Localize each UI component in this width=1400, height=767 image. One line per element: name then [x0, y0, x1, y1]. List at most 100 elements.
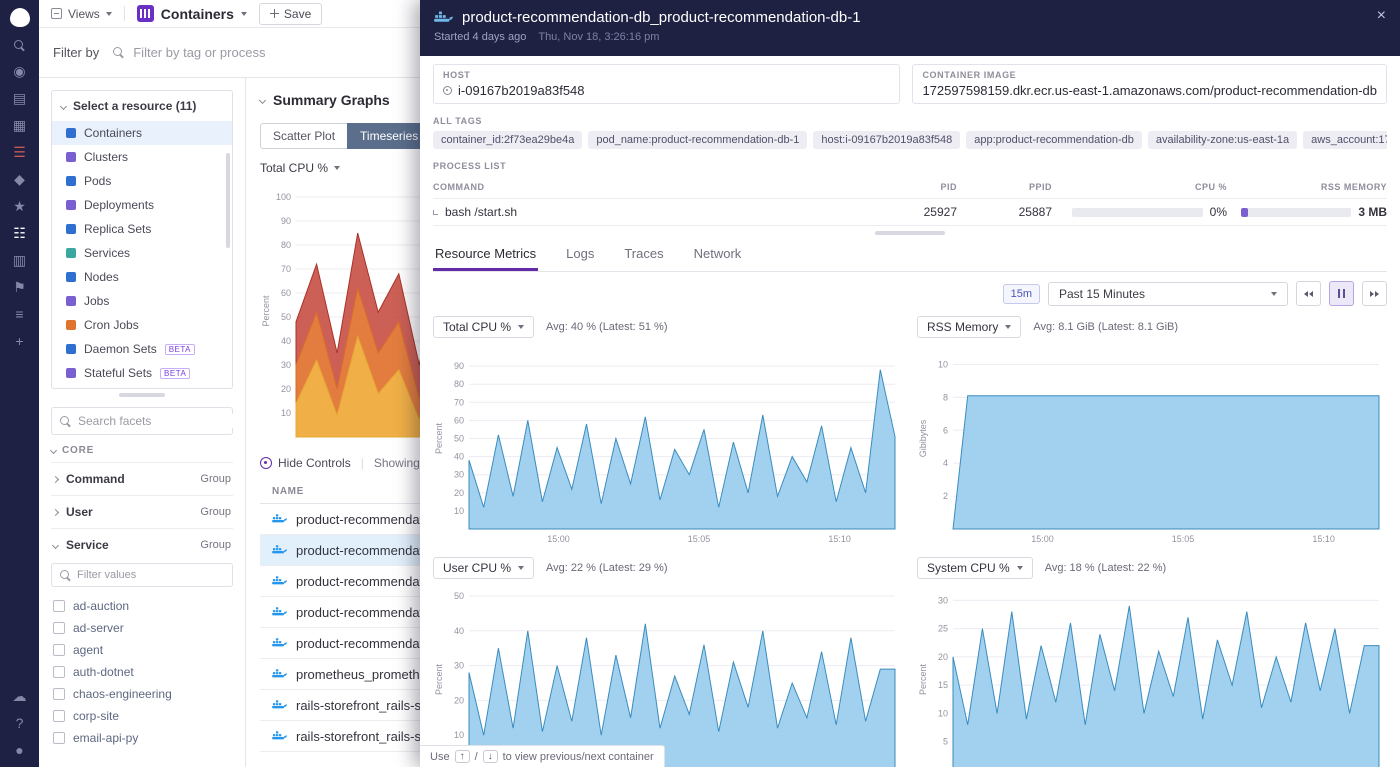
resource-item-replica-sets[interactable]: Replica Sets: [52, 217, 232, 241]
timeseries-button[interactable]: Timeseries: [347, 123, 431, 149]
service-value-ad-server[interactable]: ad-server: [51, 617, 233, 639]
svg-text:15:05: 15:05: [1172, 534, 1195, 544]
group-link[interactable]: Group: [200, 539, 231, 551]
svg-text:15:00: 15:00: [547, 534, 570, 544]
tag-pill[interactable]: app:product-recommendation-db: [966, 131, 1142, 149]
filter-values-input[interactable]: [77, 569, 224, 581]
filter-values-search[interactable]: [51, 563, 233, 587]
host-value-row[interactable]: i-09167b2019a83f548: [443, 83, 890, 98]
resource-selector-header[interactable]: Select a resource (11): [52, 91, 232, 121]
facet-group-service[interactable]: Service Group: [51, 528, 233, 561]
cloud-icon[interactable]: ☁: [13, 689, 27, 703]
service-value-ad-auction[interactable]: ad-auction: [51, 595, 233, 617]
scatter-plot-button[interactable]: Scatter Plot: [260, 123, 347, 149]
tag-pill[interactable]: aws_account:172597598159: [1303, 131, 1387, 149]
dashboards-icon[interactable]: ▥: [13, 253, 26, 267]
resource-item-deployments[interactable]: Deployments: [52, 193, 232, 217]
search-icon[interactable]: [14, 40, 25, 51]
user-cpu-metric-dropdown[interactable]: User CPU %: [433, 557, 534, 579]
horizontal-scrollbar[interactable]: [119, 393, 165, 397]
apm-icon[interactable]: ★: [13, 199, 26, 213]
hide-controls-button[interactable]: Hide Controls: [260, 456, 351, 470]
metrics-icon[interactable]: ◆: [14, 172, 25, 186]
help-icon[interactable]: ?: [16, 716, 24, 730]
checkbox[interactable]: [53, 732, 65, 744]
watchdog-icon[interactable]: ◉: [13, 64, 25, 78]
tag-pill[interactable]: container_id:2f73ea29be4a: [433, 131, 582, 149]
search-facets-input[interactable]: [78, 414, 233, 428]
process-command: bash /start.sh: [445, 205, 517, 219]
time-range-chip[interactable]: 15m: [1003, 284, 1040, 304]
host-map-icon[interactable]: ▦: [13, 118, 26, 132]
checkbox[interactable]: [53, 688, 65, 700]
infrastructure-icon[interactable]: ▤: [13, 91, 26, 105]
svg-text:5: 5: [943, 737, 948, 747]
service-value-auth-dotnet[interactable]: auth-dotnet: [51, 661, 233, 683]
tab-resource-metrics[interactable]: Resource Metrics: [433, 237, 538, 271]
resource-item-jobs[interactable]: Jobs: [52, 289, 232, 313]
time-back-button[interactable]: [1296, 281, 1321, 306]
tag-pill[interactable]: availability-zone:us-east-1a: [1148, 131, 1297, 149]
page-title-dropdown[interactable]: Containers: [137, 5, 247, 22]
resource-item-nodes[interactable]: Nodes: [52, 265, 232, 289]
total-cpu-metric-dropdown[interactable]: Total CPU %: [433, 316, 534, 338]
resource-item-clusters[interactable]: Clusters: [52, 145, 232, 169]
checkbox[interactable]: [53, 666, 65, 678]
service-value-agent[interactable]: agent: [51, 639, 233, 661]
rss-column-header[interactable]: RSS MEMORY: [1227, 182, 1387, 192]
pause-button[interactable]: [1329, 281, 1354, 306]
group-link[interactable]: Group: [200, 506, 231, 518]
pid-column-header[interactable]: PID: [877, 182, 957, 192]
time-range-dropdown[interactable]: Past 15 Minutes: [1048, 282, 1288, 306]
service-value-email-api-py[interactable]: email-api-py: [51, 727, 233, 749]
command-column-header[interactable]: COMMAND: [433, 182, 877, 192]
containers-icon[interactable]: ☷: [13, 226, 26, 240]
checkbox[interactable]: [53, 600, 65, 612]
core-section-header[interactable]: CORE: [51, 435, 233, 462]
close-icon[interactable]: ×: [1377, 7, 1386, 25]
service-value-corp-site[interactable]: corp-site: [51, 705, 233, 727]
search-facets[interactable]: [51, 407, 233, 435]
group-link[interactable]: Group: [200, 473, 231, 485]
checkbox[interactable]: [53, 710, 65, 722]
system-cpu-chart[interactable]: 51015202530Percent15:0015:0515:10: [917, 581, 1387, 767]
logs-icon[interactable]: ≡: [15, 307, 23, 321]
facet-group-command[interactable]: Command Group: [51, 462, 233, 495]
process-list-scrollbar[interactable]: [875, 231, 945, 235]
tab-logs[interactable]: Logs: [564, 237, 596, 271]
tab-traces[interactable]: Traces: [622, 237, 665, 271]
facet-group-user[interactable]: User Group: [51, 495, 233, 528]
service-value-chaos-engineering[interactable]: chaos-engineering: [51, 683, 233, 705]
checkbox[interactable]: [53, 644, 65, 656]
datadog-logo[interactable]: [10, 8, 30, 27]
save-button[interactable]: Save: [259, 3, 322, 25]
resource-item-cron-jobs[interactable]: Cron Jobs: [52, 313, 232, 337]
total-cpu-chart[interactable]: 102030405060708090Percent15:0015:0515:10: [433, 340, 903, 549]
user-cpu-chart[interactable]: 1020304050Percent15:0015:0515:10: [433, 581, 903, 767]
scrollbar[interactable]: [226, 153, 230, 248]
service-value-label: chaos-engineering: [73, 687, 172, 701]
rss-memory-chart[interactable]: 246810Gibibytes15:0015:0515:10: [917, 340, 1387, 549]
time-forward-button[interactable]: [1362, 281, 1387, 306]
ppid-column-header[interactable]: PPID: [957, 182, 1052, 192]
cpu-column-header[interactable]: CPU %: [1052, 182, 1227, 192]
resource-item-containers[interactable]: Containers: [52, 121, 232, 145]
resource-item-stateful-sets[interactable]: Stateful Sets BETA: [52, 361, 232, 388]
rss-memory-metric-dropdown[interactable]: RSS Memory: [917, 316, 1021, 338]
svg-text:2: 2: [943, 491, 948, 501]
resource-item-daemon-sets[interactable]: Daemon Sets BETA: [52, 337, 232, 361]
views-dropdown[interactable]: Views: [51, 7, 112, 21]
resource-item-pods[interactable]: Pods: [52, 169, 232, 193]
tab-network[interactable]: Network: [692, 237, 744, 271]
total-cpu-chart-block: Total CPU % Avg: 40 % (Latest: 51 %) 102…: [433, 316, 903, 549]
checkbox[interactable]: [53, 622, 65, 634]
monitors-icon[interactable]: ⚑: [13, 280, 26, 294]
user-icon[interactable]: ●: [15, 743, 23, 757]
system-cpu-metric-dropdown[interactable]: System CPU %: [917, 557, 1033, 579]
process-row[interactable]: bash /start.sh 25927 25887 0% 3 MB: [433, 199, 1387, 226]
resource-item-services[interactable]: Services: [52, 241, 232, 265]
tag-pill[interactable]: host:i-09167b2019a83f548: [813, 131, 960, 149]
tag-pill[interactable]: pod_name:product-recommendation-db-1: [588, 131, 807, 149]
integrations-icon[interactable]: +: [15, 334, 23, 348]
events-icon[interactable]: ☰: [13, 145, 26, 159]
